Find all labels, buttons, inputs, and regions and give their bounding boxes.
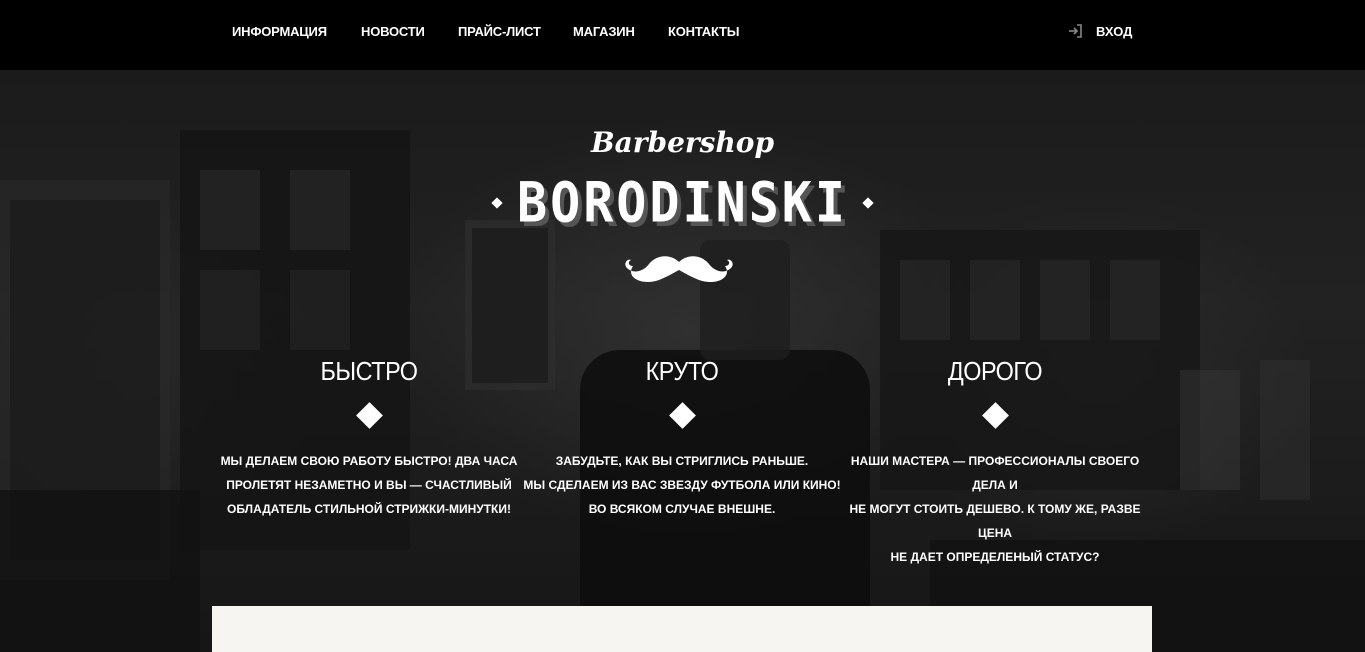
nav-link-contacts[interactable]: КОНТАКТЫ xyxy=(668,24,739,39)
diamond-ornament-left xyxy=(491,197,503,209)
nav-link-shop[interactable]: МАГАЗИН xyxy=(573,24,635,39)
mustache-icon xyxy=(625,256,733,283)
feature-text-line: МЫ СДЕЛАЕМ ИЗ ВАС ЗВЕЗДУ ФУТБОЛА ИЛИ КИН… xyxy=(523,478,841,492)
hero-section: Barbershop BORODINSKI БЫСТРО МЫ ДЕЛАЕМ С… xyxy=(0,70,1365,652)
feature-text-line: НАШИ МАСТЕРА — ПРОФЕССИОНАЛЫ СВОЕГО ДЕЛА… xyxy=(850,454,1140,492)
feature-text-line: ОБЛАДАТЕЛЬ СТИЛЬНОЙ СТРИЖКИ-МИНУТКИ! xyxy=(227,502,511,516)
brand-title-row: BORODINSKI xyxy=(0,171,1365,235)
nav-link-info[interactable]: ИНФОРМАЦИЯ xyxy=(232,24,327,39)
brand-name: BORODINSKI xyxy=(516,171,849,235)
login-button[interactable]: ВХОД xyxy=(1066,22,1132,40)
feature-text-line: НЕ ДАЕТ ОПРЕДЕЛЕНЫЙ СТАТУС? xyxy=(890,550,1100,564)
feature-text-line: ПРОЛЕТЯТ НЕЗАМЕТНО И ВЫ — СЧАСТЛИВЫЙ xyxy=(226,478,512,492)
feature-text-line: ЗАБУДЬТЕ, КАК ВЫ СТРИГЛИСЬ РАНЬШЕ. xyxy=(555,454,809,468)
feature-title: БЫСТРО xyxy=(320,356,418,386)
sign-in-icon xyxy=(1069,24,1082,38)
nav-link-news[interactable]: НОВОСТИ xyxy=(361,24,425,39)
feature-title: ДОРОГО xyxy=(947,356,1043,386)
feature-expensive: ДОРОГО НАШИ МАСТЕРА — ПРОФЕССИОНАЛЫ СВОЕ… xyxy=(835,356,1155,569)
feature-cool: КРУТО ЗАБУДЬТЕ, КАК ВЫ СТРИГЛИСЬ РАНЬШЕ.… xyxy=(522,356,842,521)
diamond-icon xyxy=(355,402,383,429)
feature-text-line: МЫ ДЕЛАЕМ СВОЮ РАБОТУ БЫСТРО! ДВА ЧАСА xyxy=(220,454,518,468)
diamond-icon xyxy=(668,402,696,429)
diamond-icon xyxy=(981,402,1009,429)
feature-text-line: ВО ВСЯКОМ СЛУЧАЕ ВНЕШНЕ. xyxy=(588,502,776,516)
content-panel xyxy=(212,606,1152,652)
feature-title: КРУТО xyxy=(645,356,719,386)
feature-text-line: НЕ МОГУТ СТОИТЬ ДЕШЕВО. К ТОМУ ЖЕ, РАЗВЕ… xyxy=(849,502,1141,540)
diamond-ornament-right xyxy=(862,197,874,209)
login-label: ВХОД xyxy=(1096,23,1133,39)
brand-script-title: Barbershop xyxy=(590,126,775,159)
feature-fast: БЫСТРО МЫ ДЕЛАЕМ СВОЮ РАБОТУ БЫСТРО! ДВА… xyxy=(209,356,529,521)
top-navigation: ИНФОРМАЦИЯ НОВОСТИ ПРАЙС-ЛИСТ МАГАЗИН КО… xyxy=(0,0,1365,70)
nav-link-price-list[interactable]: ПРАЙС-ЛИСТ xyxy=(458,24,541,39)
